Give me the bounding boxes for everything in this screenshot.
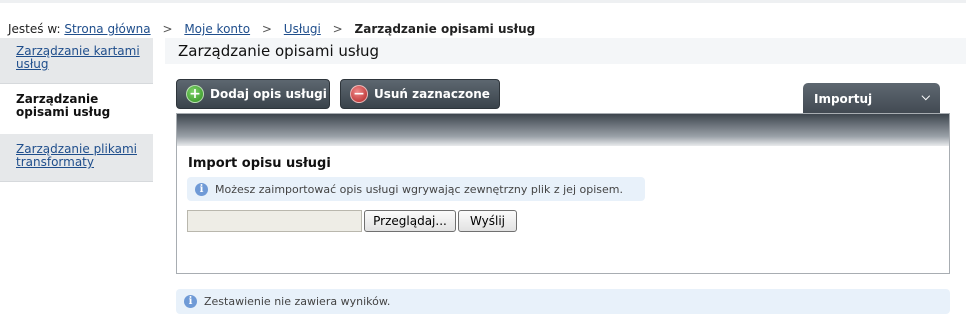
sidebar-item-transform-files[interactable]: Zarządzanie plikami transformaty [0, 134, 153, 182]
add-description-button[interactable]: + Dodaj opis usługi [176, 79, 330, 109]
import-info-box: i Możesz zaimportować opis usługi wgrywa… [187, 177, 645, 201]
breadcrumb-separator: > [261, 22, 272, 36]
breadcrumb: Jesteś w: Strona główna > Moje konto > U… [8, 22, 535, 38]
file-path-field[interactable] [187, 210, 362, 232]
sidebar-item-label[interactable]: Zarządzanie plikami transformaty [16, 142, 137, 169]
import-heading: Import opisu usługi [188, 156, 331, 171]
import-tab-label: Importuj [814, 92, 873, 106]
add-description-label: Dodaj opis usługi [210, 87, 327, 101]
chevron-down-icon: ⌵ [921, 90, 930, 103]
import-dropdown-tab[interactable]: Importuj ⌵ [803, 83, 940, 115]
results-info-text: Zestawienie nie zawiera wyników. [204, 295, 391, 308]
results-info-box: i Zestawienie nie zawiera wyników. [176, 289, 950, 314]
breadcrumb-separator: > [332, 22, 343, 36]
minus-circle-icon: − [350, 85, 368, 103]
breadcrumb-link-services[interactable]: Usługi [284, 22, 321, 36]
breadcrumb-prefix: Jesteś w: [8, 22, 61, 36]
info-icon: i [184, 295, 197, 308]
browse-button[interactable]: Przeglądaj... [364, 210, 456, 232]
import-info-text: Możesz zaimportować opis usługi wgrywają… [215, 182, 623, 196]
breadcrumb-link-home[interactable]: Strona główna [64, 22, 150, 36]
page-title: Zarządzanie opisami usług [178, 42, 379, 60]
top-line [0, 0, 966, 3]
sidebar-item-label: Zarządzanie opisami usług [16, 92, 111, 119]
import-panel: Import opisu usługi i Możesz zaimportowa… [176, 113, 950, 274]
sidebar: Zarządzanie kartami usług Zarządzanie op… [0, 38, 153, 182]
plus-circle-icon: + [186, 85, 204, 103]
delete-selected-button[interactable]: − Usuń zaznaczone [340, 79, 500, 109]
panel-header [177, 114, 949, 146]
sidebar-item-service-descriptions: Zarządzanie opisami usług [0, 84, 153, 134]
send-button[interactable]: Wyślij [458, 210, 517, 232]
sidebar-item-label[interactable]: Zarządzanie kartami usług [16, 44, 140, 71]
breadcrumb-current: Zarządzanie opisami usług [354, 22, 536, 36]
info-icon: i [195, 182, 208, 196]
breadcrumb-separator: > [162, 22, 173, 36]
sidebar-item-service-cards[interactable]: Zarządzanie kartami usług [0, 38, 153, 84]
delete-selected-label: Usuń zaznaczone [374, 87, 490, 101]
breadcrumb-link-account[interactable]: Moje konto [184, 22, 250, 36]
